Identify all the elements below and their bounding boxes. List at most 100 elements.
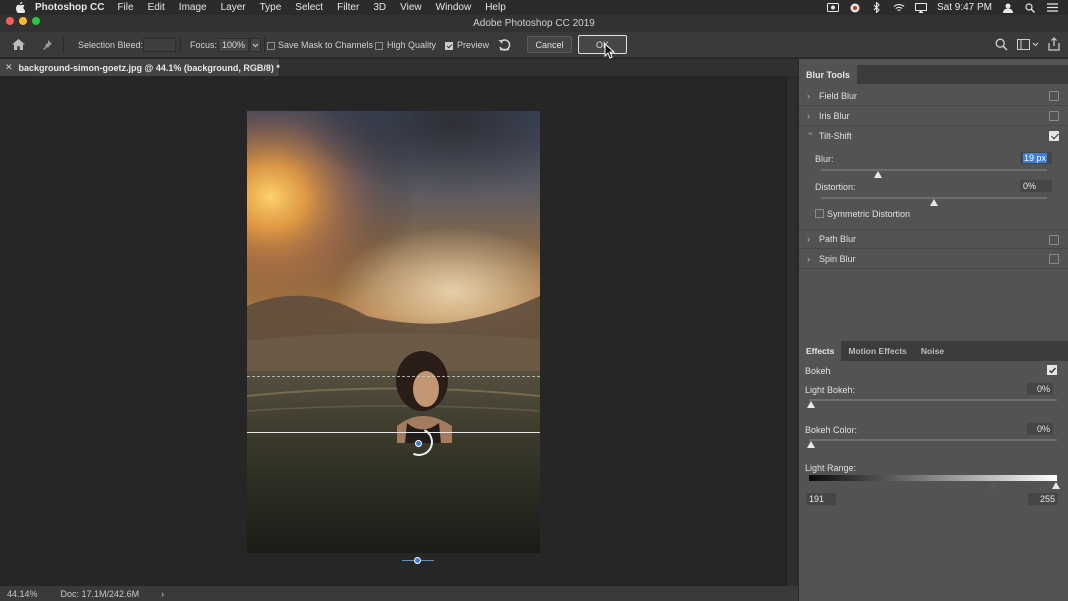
zoom-window-button[interactable] — [32, 17, 40, 25]
save-mask-checkbox-box[interactable] — [267, 41, 275, 50]
save-mask-label[interactable]: Save Mask to Channels — [278, 40, 373, 50]
bokeh-color-label: Bokeh Color: — [805, 425, 858, 435]
iris-blur-label: Iris Blur — [819, 110, 850, 121]
blur-amount-slider-thumb[interactable] — [873, 171, 882, 178]
wifi-icon[interactable] — [893, 3, 905, 13]
blur-tools-tab[interactable]: Blur Tools — [799, 65, 857, 84]
blur-amount-input[interactable]: 19 px — [1020, 152, 1052, 164]
tilt-shift-dashed-line[interactable] — [247, 376, 540, 377]
menu-edit[interactable]: Edit — [148, 2, 165, 13]
status-menu-chevron-icon[interactable]: › — [161, 589, 164, 599]
bluetooth-icon[interactable] — [871, 2, 883, 13]
iris-blur-row[interactable]: › Iris Blur — [799, 106, 1068, 126]
minimize-window-button[interactable] — [19, 17, 27, 25]
bokeh-color-slider-track[interactable] — [809, 439, 1057, 441]
expand-chevron-icon[interactable]: › — [807, 254, 815, 264]
document-tab[interactable]: ✕ background-simon-goetz.jpg @ 44.1% (ba… — [0, 59, 280, 76]
spin-blur-checkbox[interactable] — [1049, 254, 1059, 264]
light-range-gradient[interactable] — [809, 475, 1057, 481]
tilt-shift-checkbox[interactable] — [1049, 131, 1059, 141]
path-blur-checkbox[interactable] — [1049, 235, 1059, 245]
menu-view[interactable]: View — [400, 2, 422, 13]
share-icon[interactable] — [1048, 37, 1060, 53]
blur-pin-handle[interactable] — [415, 440, 422, 447]
tilt-shift-solid-line[interactable] — [247, 432, 540, 433]
bokeh-color-slider-thumb[interactable] — [807, 441, 815, 448]
user-icon[interactable] — [1002, 3, 1014, 13]
light-bokeh-label: Light Bokeh: — [805, 385, 856, 395]
menu-window[interactable]: Window — [436, 2, 472, 13]
light-bokeh-input[interactable]: 0% — [1027, 383, 1053, 395]
expand-chevron-icon[interactable]: › — [807, 111, 815, 121]
menu-filter[interactable]: Filter — [337, 2, 359, 13]
distortion-input[interactable]: 0% — [1020, 180, 1052, 192]
tilt-rotation-handle-dot[interactable] — [414, 557, 421, 564]
home-icon[interactable] — [11, 38, 26, 53]
light-range-high-input[interactable]: 255 — [1028, 493, 1058, 505]
menu-app-name[interactable]: Photoshop CC — [35, 2, 104, 13]
airplay-icon[interactable] — [914, 2, 927, 13]
tab-motion-effects[interactable]: Motion Effects — [841, 341, 914, 361]
tab-noise[interactable]: Noise — [914, 341, 951, 361]
menu-select[interactable]: Select — [295, 2, 323, 13]
creative-cloud-icon[interactable] — [849, 3, 861, 13]
search-icon[interactable] — [995, 38, 1008, 53]
expand-chevron-icon[interactable]: › — [807, 91, 815, 101]
screen-record-icon[interactable] — [826, 3, 839, 13]
zoom-level[interactable]: 44.14% — [7, 589, 38, 599]
symmetric-distortion-label[interactable]: Symmetric Distortion — [827, 209, 910, 219]
menu-type[interactable]: Type — [260, 2, 282, 13]
workspace-switcher-icon[interactable] — [1017, 38, 1039, 53]
bokeh-checkbox[interactable] — [1047, 365, 1057, 375]
preview-checkbox[interactable] — [445, 40, 457, 50]
light-range-low-thumb[interactable] — [989, 482, 997, 489]
light-range-high-thumb[interactable] — [1052, 482, 1060, 489]
high-quality-checkbox[interactable] — [375, 40, 387, 50]
pin-tool-icon[interactable] — [41, 39, 53, 53]
menubar: Photoshop CC File Edit Image Layer Type … — [0, 0, 1068, 15]
menu-layer[interactable]: Layer — [221, 2, 246, 13]
field-blur-checkbox[interactable] — [1049, 91, 1059, 101]
focus-input[interactable]: 100% — [218, 38, 249, 52]
tab-effects[interactable]: Effects — [799, 341, 842, 361]
expand-chevron-icon[interactable]: › — [807, 234, 815, 244]
close-tab-icon[interactable]: ✕ — [5, 62, 13, 73]
document-image[interactable] — [247, 111, 540, 553]
ok-button[interactable]: OK — [578, 35, 627, 54]
distortion-slider-thumb[interactable] — [930, 199, 938, 206]
high-quality-label[interactable]: High Quality — [387, 40, 436, 50]
cancel-button[interactable]: Cancel — [527, 36, 572, 53]
path-blur-row[interactable]: › Path Blur — [799, 229, 1068, 249]
focus-dropdown-chevron-icon[interactable] — [250, 38, 261, 52]
light-range-low-input[interactable]: 191 — [806, 493, 836, 505]
preview-checkbox-box[interactable] — [445, 41, 453, 50]
path-blur-label: Path Blur — [819, 234, 857, 244]
vertical-scrollbar[interactable] — [786, 77, 797, 586]
menu-help[interactable]: Help — [485, 2, 506, 13]
light-bokeh-slider-thumb[interactable] — [807, 401, 815, 408]
spotlight-search-icon[interactable] — [1024, 2, 1036, 13]
notification-center-icon[interactable] — [1046, 3, 1058, 13]
blur-tools-title: Blur Tools — [806, 69, 850, 80]
spin-blur-row[interactable]: › Spin Blur — [799, 249, 1068, 269]
preview-label[interactable]: Preview — [457, 40, 489, 50]
apple-icon[interactable] — [13, 2, 27, 13]
high-quality-checkbox-box[interactable] — [375, 41, 383, 50]
light-bokeh-slider-track[interactable] — [809, 399, 1057, 401]
reset-undo-icon[interactable] — [497, 37, 512, 54]
menu-3d[interactable]: 3D — [373, 2, 386, 13]
close-window-button[interactable] — [6, 17, 14, 25]
collapse-chevron-icon[interactable]: › — [806, 132, 816, 140]
selection-bleed-input[interactable] — [143, 38, 176, 52]
window-titlebar: Adobe Photoshop CC 2019 — [0, 15, 1068, 32]
iris-blur-checkbox[interactable] — [1049, 111, 1059, 121]
photo-artwork — [247, 111, 540, 553]
tilt-shift-row[interactable]: › Tilt-Shift — [799, 126, 1068, 146]
symmetric-distortion-checkbox[interactable] — [815, 209, 824, 218]
blur-amount-slider-track[interactable] — [821, 169, 1047, 171]
bokeh-color-input[interactable]: 0% — [1027, 423, 1053, 435]
menubar-clock[interactable]: Sat 9:47 PM — [937, 2, 992, 13]
menu-image[interactable]: Image — [179, 2, 207, 13]
menu-file[interactable]: File — [117, 2, 133, 13]
field-blur-row[interactable]: › Field Blur — [799, 86, 1068, 106]
